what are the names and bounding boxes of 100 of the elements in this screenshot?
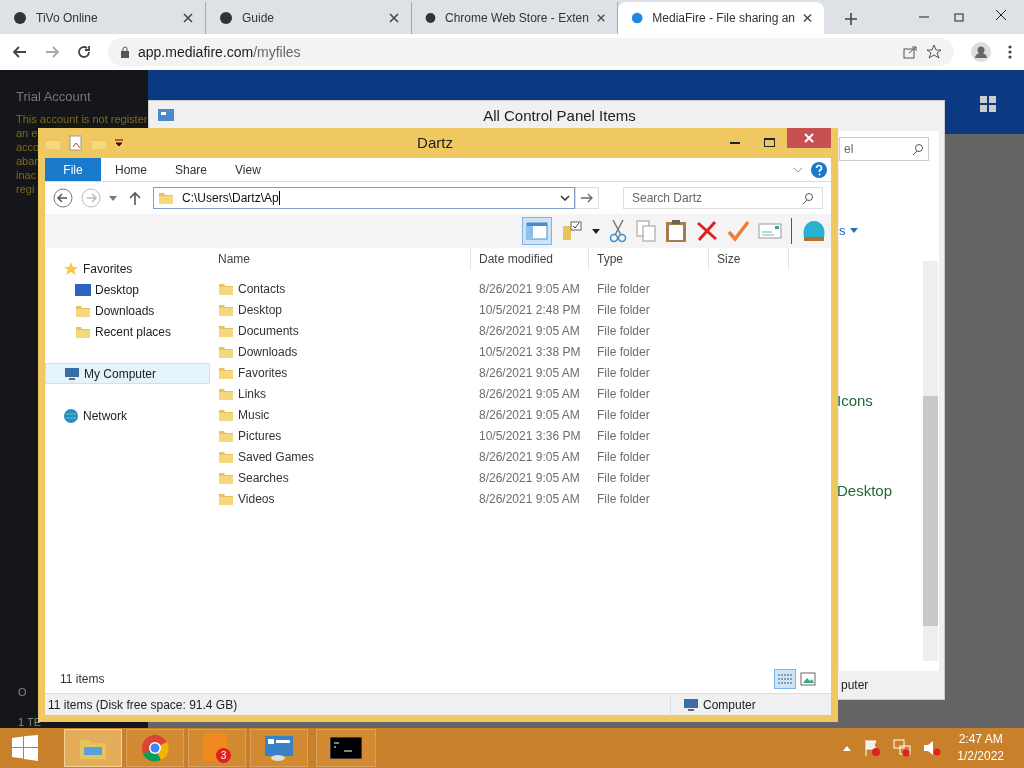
properties-icon[interactable] [69, 135, 83, 151]
network-icon [63, 407, 79, 424]
share-icon[interactable] [902, 44, 918, 60]
checkmark-icon[interactable] [727, 220, 749, 242]
new-tab-icon[interactable] [844, 12, 858, 26]
go-button[interactable] [575, 187, 599, 209]
file-name[interactable]: Links [238, 384, 266, 403]
close-icon[interactable] [389, 13, 399, 23]
action-center-icon[interactable] [863, 739, 882, 757]
nav-item[interactable]: Network [45, 405, 210, 426]
large-icons-view-icon[interactable] [800, 672, 816, 686]
cut-icon[interactable] [609, 219, 627, 243]
search-icon [802, 192, 814, 204]
table-cell-text: File folder [596, 322, 651, 340]
close-icon[interactable] [183, 13, 193, 23]
column-header[interactable]: Size [709, 248, 789, 270]
help-icon[interactable] [811, 161, 827, 178]
file-name[interactable]: Documents [238, 321, 299, 340]
ribbon-tab[interactable]: File [45, 158, 101, 181]
dropdown-icon[interactable] [592, 228, 600, 234]
close-button[interactable] [787, 128, 831, 148]
file-name[interactable]: Favorites [238, 363, 288, 382]
address-text: C:\Users\Dartz\Ap [182, 190, 279, 207]
control-panel-icon [157, 108, 175, 124]
paste-icon[interactable] [665, 219, 687, 243]
site-icon [630, 10, 645, 26]
site-icon [424, 10, 437, 26]
file-name[interactable]: Downloads [238, 342, 298, 361]
nav-item[interactable]: Favorites [45, 258, 210, 279]
table-cell-text: File folder [596, 406, 651, 424]
table-cell-text: File folder [596, 448, 651, 466]
delete-icon[interactable] [696, 220, 718, 242]
file-name[interactable]: Music [238, 405, 270, 424]
address-bar[interactable]: app.mediafire.com/myfiles [108, 38, 954, 66]
tab-title: Guide [242, 10, 276, 27]
status-location: Computer [703, 696, 756, 714]
ribbon-tab[interactable]: Share [161, 158, 222, 181]
ribbon-tab[interactable]: View [221, 158, 275, 181]
column-header[interactable]: Date modified [471, 248, 589, 270]
file-name[interactable]: Desktop [238, 300, 283, 319]
nav-item[interactable]: Recent places [45, 321, 210, 342]
search-field[interactable]: Search Dartz [623, 187, 823, 209]
start-icon[interactable] [12, 735, 38, 761]
column-header[interactable]: Type [589, 248, 709, 270]
minimize-icon[interactable] [730, 142, 740, 146]
folder-options-icon[interactable] [561, 220, 583, 242]
address-field[interactable]: C:\Users\Dartz\Ap [153, 187, 575, 209]
recent-locations-icon[interactable] [109, 195, 117, 201]
nav-item[interactable]: My Computer [45, 363, 210, 384]
apps-grid-icon[interactable] [980, 96, 996, 112]
dropdown-icon[interactable] [115, 139, 123, 147]
table-cell-text: File folder [596, 343, 651, 361]
restore-icon[interactable] [954, 12, 966, 22]
file-name[interactable]: Pictures [238, 426, 282, 445]
nav-item[interactable]: Downloads [45, 300, 210, 321]
reload-icon[interactable] [76, 44, 92, 60]
file-name[interactable]: Videos [238, 489, 275, 508]
table-cell-text: File folder [596, 301, 651, 319]
view-dropdown[interactable]: s [839, 221, 858, 241]
control-panel-item[interactable]: Icons [837, 390, 873, 413]
close-icon[interactable] [596, 13, 605, 23]
volume-icon[interactable] [923, 739, 942, 757]
taskbar-app[interactable] [316, 729, 376, 767]
ribbon-tab[interactable]: Home [101, 158, 161, 181]
menu-icon[interactable] [1008, 44, 1012, 60]
close-icon[interactable] [803, 13, 812, 23]
dropdown-icon[interactable] [560, 195, 570, 201]
expand-ribbon-icon[interactable] [793, 166, 803, 173]
file-name[interactable]: Contacts [238, 279, 286, 298]
file-name[interactable]: Searches [238, 468, 289, 487]
envelope-icon[interactable] [758, 223, 782, 239]
table-cell-text: 8/26/2021 9:05 AM [478, 406, 581, 424]
up-icon[interactable] [129, 191, 141, 205]
back-icon[interactable] [12, 44, 28, 60]
nav-item[interactable]: Desktop [45, 279, 210, 300]
taskbar-app[interactable]: 3 [188, 729, 246, 767]
computer-icon [64, 365, 80, 382]
table-cell-text: File folder [596, 385, 651, 403]
folder-icon [45, 135, 61, 151]
desktop-icon [75, 282, 91, 297]
table-cell-text: File folder [596, 469, 651, 487]
table-cell-text: 8/26/2021 9:05 AM [478, 280, 581, 298]
network-icon[interactable] [893, 739, 912, 757]
star-icon[interactable] [926, 44, 942, 60]
search-field[interactable]: el [839, 137, 929, 161]
profile-icon[interactable] [970, 41, 992, 63]
table-cell-text: 8/26/2021 9:05 AM [478, 490, 581, 508]
taskbar-app[interactable] [250, 729, 308, 767]
close-icon[interactable] [995, 9, 1007, 21]
forward-icon[interactable] [44, 44, 60, 60]
control-panel-item[interactable]: Desktop [837, 480, 893, 503]
scrollbar[interactable] [923, 261, 938, 661]
preview-pane-button[interactable] [522, 217, 552, 245]
browser-tab[interactable]: MediaFire - File sharing an [618, 2, 824, 34]
back-icon[interactable] [53, 188, 73, 208]
maximize-icon[interactable] [764, 137, 775, 147]
show-hidden-icons[interactable] [843, 745, 852, 751]
column-header[interactable]: Name [210, 248, 471, 270]
url-path: /myfiles [253, 42, 301, 62]
file-name[interactable]: Saved Games [238, 447, 315, 466]
